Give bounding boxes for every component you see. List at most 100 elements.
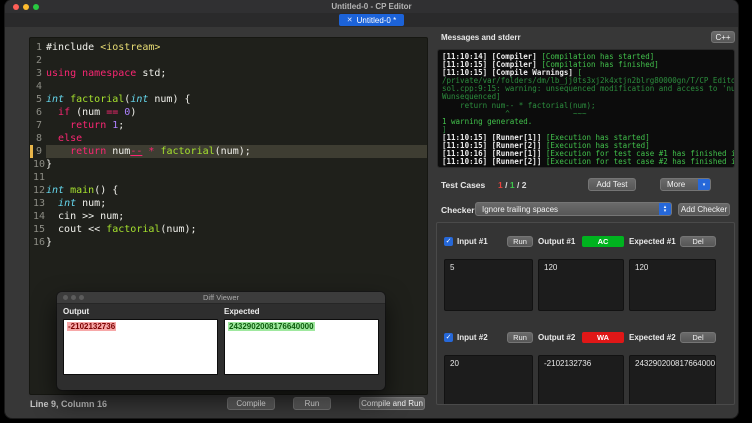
compile-button[interactable]: Compile — [227, 397, 275, 410]
tab-label: Untitled-0 * — [356, 15, 397, 25]
code-token: == — [106, 107, 119, 118]
expected-label: Expected #2 — [629, 333, 676, 342]
run-test-button[interactable]: Run — [507, 236, 533, 247]
checker-toolbar: Checker: Ignore trailing spaces ▴ ▾ Add C… — [436, 202, 736, 216]
tab-untitled-0[interactable]: ✕ Untitled-0 * — [338, 14, 405, 26]
code-text: return num-- * factorial(num); — [46, 145, 427, 158]
run-button[interactable]: Run — [293, 397, 331, 410]
code-token: num; — [76, 198, 107, 209]
code-token: cout << — [46, 224, 107, 235]
add-checker-button[interactable]: Add Checker — [678, 203, 730, 216]
code-token: (num — [70, 107, 107, 118]
test-case-1: ✓ Input #1 Run Output #1 AC Expected #1 Del 5 12… — [444, 235, 718, 311]
code-token: () { — [94, 185, 119, 196]
test-case-checkbox[interactable]: ✓ — [444, 237, 453, 246]
verdict-badge[interactable]: WA — [582, 332, 624, 343]
add-test-button[interactable]: Add Test — [588, 178, 636, 191]
verdict-counts: 1 / 1 / 2 — [498, 180, 526, 190]
input-textarea[interactable]: 20 — [444, 355, 533, 404]
line-number: 2 — [35, 55, 42, 66]
diff-viewer-titlebar[interactable]: Diff Viewer — [57, 292, 385, 304]
output-header: Output #2 WA — [538, 331, 624, 344]
diff-output-pane[interactable]: -2102132736 — [63, 319, 218, 375]
code-text: int main() { — [46, 184, 427, 197]
code-token: namespace — [82, 68, 137, 79]
output-header: Output #1 AC — [538, 235, 624, 248]
code-token: int — [46, 94, 65, 105]
messages-console[interactable]: [11:10:14] [Compiler] [Compilation has s… — [437, 49, 735, 168]
language-button[interactable]: C++ — [711, 31, 735, 43]
code-line: 9 return num-- * factorial(num); — [30, 145, 427, 158]
code-text: return 1; — [46, 119, 427, 132]
code-line: 13 int num; — [30, 197, 427, 210]
expected-textarea[interactable]: 120 — [629, 259, 716, 311]
expected-textarea[interactable]: 2432902008176640000 — [629, 355, 716, 404]
delete-test-button[interactable]: Del — [680, 332, 716, 343]
diff-output-value: -2102132736 — [67, 322, 117, 331]
code-line: 16} — [30, 236, 427, 249]
console-timestamp-tag: [11:10:16] [Runner[2]] — [442, 157, 546, 167]
verdict-badge[interactable]: AC — [582, 236, 624, 247]
code-text: cin >> num; — [46, 210, 427, 223]
line-number: 11 — [33, 172, 46, 183]
code-line: 5 int factorial(int num) { — [30, 93, 427, 106]
code-line: 4 — [30, 80, 427, 93]
code-token: else — [58, 133, 83, 144]
code-line: 7 return 1; — [30, 119, 427, 132]
line-number: 16 — [33, 237, 46, 248]
test-cases-label: Test Cases — [441, 180, 486, 190]
delete-test-button[interactable]: Del — [680, 236, 716, 247]
input-textarea[interactable]: 5 — [444, 259, 533, 311]
code-text: cout << factorial(num); — [46, 223, 427, 236]
count-separator: / — [505, 180, 508, 190]
code-text: } — [46, 236, 427, 249]
code-token: } — [46, 159, 53, 170]
output-label: Output #2 — [538, 333, 576, 342]
code-text: } — [46, 158, 427, 171]
expected-header: Expected #2 Del — [629, 331, 716, 344]
checker-select[interactable]: Ignore trailing spaces ▴ ▾ — [475, 202, 672, 216]
code-line: 2 — [30, 54, 427, 67]
code-token: using — [46, 68, 77, 79]
diff-expected-label: Expected — [224, 307, 260, 316]
passed-count: 1 — [509, 180, 515, 190]
test-case-grid: ✓ Input #1 Run Output #1 AC Expected #1 Del 5 12… — [444, 235, 718, 311]
diff-viewer-window: Diff Viewer Output -2102132736 Expected … — [57, 292, 385, 390]
diff-expected-column: Expected 2432902008176640000 — [224, 307, 379, 375]
code-token: num — [106, 146, 131, 157]
input-header: ✓ Input #1 Run — [444, 235, 533, 248]
code-text: int factorial(int num) { — [46, 93, 427, 106]
diff-output-label: Output — [63, 307, 90, 316]
line-number: 14 — [33, 211, 46, 222]
code-token: ) — [130, 107, 137, 118]
line-number: 8 — [35, 133, 42, 144]
output-textarea[interactable]: 120 — [538, 259, 624, 311]
code-token: if — [58, 107, 71, 118]
console-line: [11:10:16] [Runner[2]] [Execution for te… — [442, 157, 734, 167]
cursor-position-status: Line 9, Column 16 — [30, 399, 108, 409]
code-token: cin >> num; — [46, 211, 125, 222]
more-dropdown[interactable]: More ▾ — [660, 178, 711, 191]
diff-expected-value: 2432902008176640000 — [228, 322, 315, 331]
code-text: int num; — [46, 197, 427, 210]
code-token: (num); — [160, 224, 197, 235]
output-textarea[interactable]: -2102132736 — [538, 355, 624, 404]
tab-bar: ✕ Untitled-0 * — [5, 13, 738, 27]
diff-expected-pane[interactable]: 2432902008176640000 — [224, 319, 379, 375]
line-number: 10 — [33, 159, 46, 170]
code-line: 3 using namespace std; — [30, 67, 427, 80]
code-line: 11 — [30, 171, 427, 184]
code-line: 10} — [30, 158, 427, 171]
code-token: #include — [46, 42, 101, 53]
code-token: int — [130, 94, 149, 105]
code-line: 14 cin >> num; — [30, 210, 427, 223]
output-label: Output #1 — [538, 237, 576, 246]
compile-and-run-button[interactable]: Compile and Run — [359, 397, 425, 410]
code-token: int — [58, 198, 77, 209]
code-token: } — [46, 237, 53, 248]
tab-close-icon[interactable]: ✕ — [347, 16, 353, 24]
line-number: 6 — [35, 107, 42, 118]
run-test-button[interactable]: Run — [507, 332, 533, 343]
test-case-checkbox[interactable]: ✓ — [444, 333, 453, 342]
